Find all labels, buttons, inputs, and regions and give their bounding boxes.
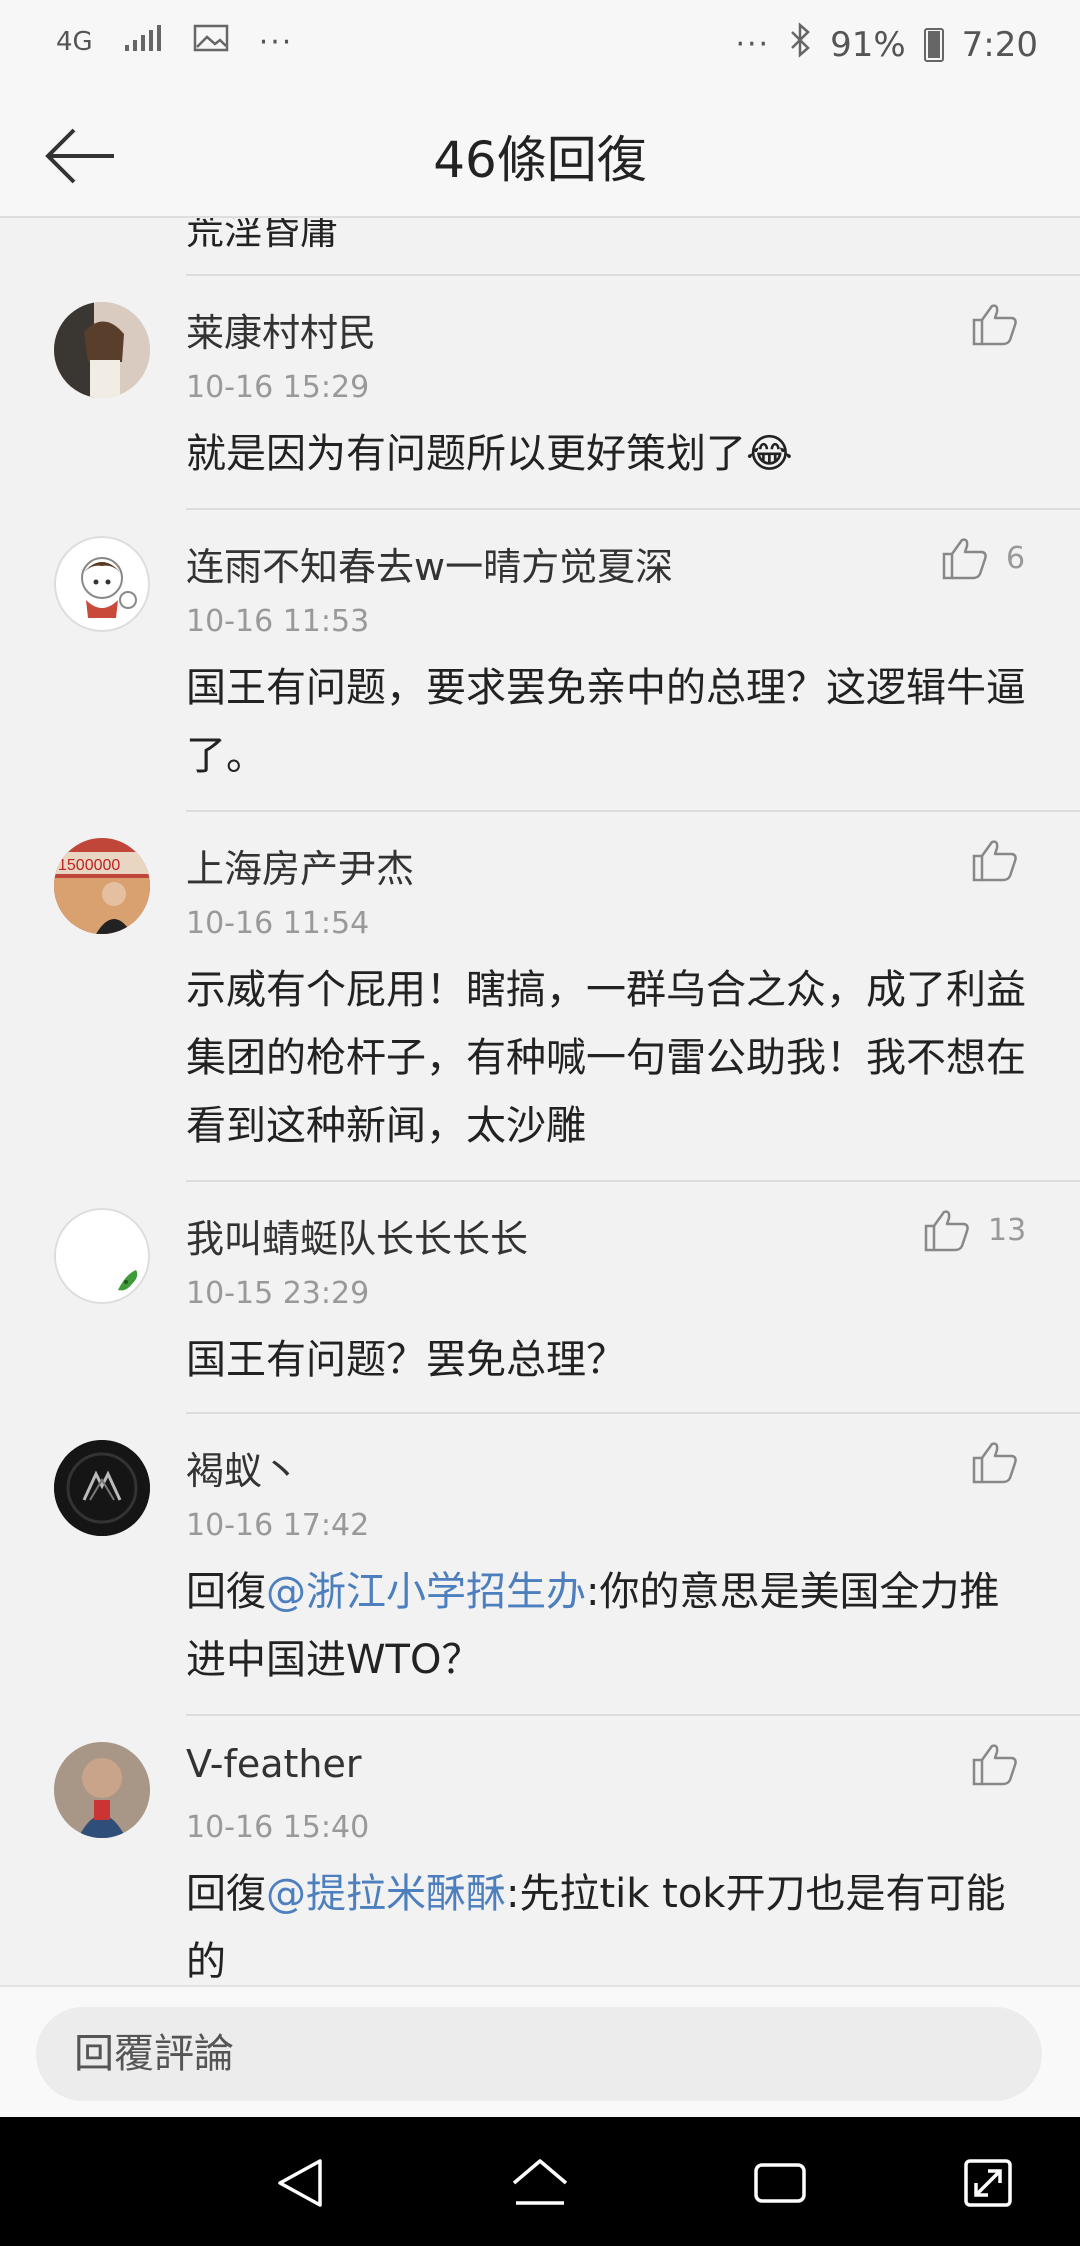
comment-item[interactable]: V-feather 10-16 15:40 回復@提拉米酥酥:先拉tik tok… xyxy=(0,1716,1080,1985)
battery-percent: 91% xyxy=(830,24,906,65)
page-title: 46條回復 xyxy=(433,131,647,189)
comment-text: 回復@提拉米酥酥:先拉tik tok开刀也是有可能的 xyxy=(186,1860,1036,1985)
thumbs-up-icon xyxy=(972,840,1017,882)
comment-text: 国王有问题？罢免总理？ xyxy=(186,1337,626,1383)
like-button[interactable] xyxy=(972,302,1018,346)
network-type: 4G xyxy=(56,27,93,57)
like-button[interactable] xyxy=(972,1440,1018,1484)
status-more-right: ··· xyxy=(735,27,771,62)
reply-prefix: 回復 xyxy=(186,1871,266,1917)
reply-input[interactable]: 回覆評論 xyxy=(36,2007,1042,2101)
nav-recents-button[interactable] xyxy=(740,2143,820,2223)
like-button[interactable]: 6 xyxy=(942,536,1025,580)
reply-prefix: 回復 xyxy=(186,1569,266,1615)
username[interactable]: 褐蚁丶 xyxy=(186,1440,300,1495)
like-button[interactable] xyxy=(972,1742,1018,1786)
like-count: 13 xyxy=(988,1212,1027,1248)
comment-item[interactable]: 褐蚁丶 10-16 17:42 回復@浙江小学招生办:你的意思是美国全力推进中国… xyxy=(0,1414,1080,1714)
nav-home-button[interactable] xyxy=(500,2143,580,2223)
comment-text: 示威有个屁用！瞎搞，一群乌合之众，成了利益集团的枪杆子，有种喊一句雷公助我！我不… xyxy=(186,967,1026,1149)
comment-list[interactable]: 荒淫昏庸 莱康村村民 10-16 15:29 就是因为有问题所以更好策划了😂 连… xyxy=(0,218,1080,1985)
screen: 4G ··· ··· 91% 7:20 46條回復 荒淫昏庸 莱康村村民 10-… xyxy=(0,0,1080,2246)
status-right: ··· 91% 7:20 xyxy=(735,22,1038,67)
status-more: ··· xyxy=(258,24,294,60)
username[interactable]: V-feather xyxy=(186,1742,362,1786)
signal-icon xyxy=(123,22,163,62)
comment-time: 10-16 11:54 xyxy=(186,906,370,941)
thumbs-up-icon xyxy=(942,538,987,580)
mention-link[interactable]: @提拉米酥酥 xyxy=(266,1871,506,1917)
clock: 7:20 xyxy=(961,24,1038,65)
nav-expand-button[interactable] xyxy=(948,2143,1028,2223)
thumbs-up-icon xyxy=(924,1210,969,1252)
comment-time: 10-16 15:40 xyxy=(186,1810,370,1845)
username[interactable]: 莱康村村民 xyxy=(186,302,376,357)
comment-text: 就是因为有问题所以更好策划了😂 xyxy=(186,431,793,477)
triangle-back-icon xyxy=(278,2159,322,2207)
username[interactable]: 上海房产尹杰 xyxy=(186,838,414,893)
comment-item[interactable]: 我叫蜻蜓队长长长长 10-15 23:29 国王有问题？罢免总理？ 13 xyxy=(0,1182,1080,1412)
avatar[interactable] xyxy=(54,302,150,398)
bluetooth-icon xyxy=(788,22,812,67)
comment-time: 10-16 17:42 xyxy=(186,1508,370,1543)
nav-back-button[interactable] xyxy=(260,2143,340,2223)
comment-text: 国王有问题，要求罢免亲中的总理？这逻辑牛逼了。 xyxy=(186,665,1026,779)
comment-item[interactable]: 1500000 上海房产尹杰 10-16 11:54 示威有个屁用！瞎搞，一群乌… xyxy=(0,812,1080,1180)
like-button[interactable] xyxy=(972,838,1018,882)
comment-time: 10-16 15:29 xyxy=(186,370,370,405)
comment-time: 10-15 23:29 xyxy=(186,1276,370,1311)
mention-link[interactable]: @浙江小学招生办 xyxy=(266,1569,586,1615)
username[interactable]: 连雨不知春去w一晴方觉夏深 xyxy=(186,536,673,591)
status-left: 4G ··· xyxy=(56,22,293,62)
home-icon xyxy=(512,2159,568,2205)
avatar[interactable]: 1500000 xyxy=(54,838,150,934)
avatar[interactable] xyxy=(54,1208,150,1304)
comment-text: 回復@浙江小学招生办:你的意思是美国全力推进中国进WTO？ xyxy=(186,1558,1036,1694)
thumbs-up-icon xyxy=(972,304,1017,346)
expand-icon xyxy=(964,2159,1012,2207)
recents-icon xyxy=(754,2163,806,2203)
system-nav-bar xyxy=(0,2117,1080,2246)
avatar[interactable] xyxy=(54,1742,150,1838)
like-count: 6 xyxy=(1006,540,1026,576)
comment-item[interactable]: 连雨不知春去w一晴方觉夏深 10-16 11:53 国王有问题，要求罢免亲中的总… xyxy=(0,510,1080,810)
reply-bar: 回覆評論 xyxy=(0,1985,1080,2117)
svg-text:1500000: 1500000 xyxy=(58,857,120,874)
username[interactable]: 我叫蜻蜓队长长长长 xyxy=(186,1208,528,1263)
like-button[interactable]: 13 xyxy=(924,1208,1026,1252)
status-bar: 4G ··· ··· 91% 7:20 xyxy=(0,0,1080,90)
battery-icon xyxy=(923,27,944,62)
thumbs-up-icon xyxy=(972,1744,1017,1786)
avatar[interactable] xyxy=(54,1440,150,1536)
thumbs-up-icon xyxy=(972,1442,1017,1484)
image-icon xyxy=(193,22,229,62)
avatar[interactable] xyxy=(54,536,150,632)
partial-comment-text: 荒淫昏庸 xyxy=(186,218,339,253)
comment-time: 10-16 11:53 xyxy=(186,604,370,639)
comment-item[interactable]: 莱康村村民 10-16 15:29 就是因为有问题所以更好策划了😂 xyxy=(0,276,1080,508)
title-bar: 46條回復 xyxy=(0,90,1080,218)
